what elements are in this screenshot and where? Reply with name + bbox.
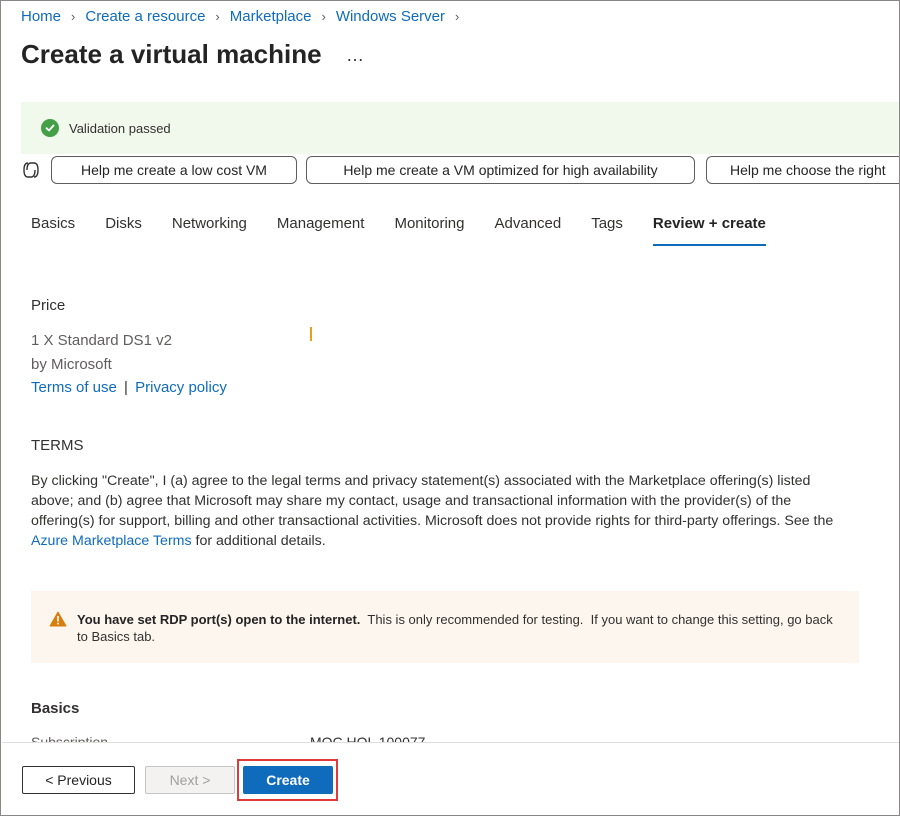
rdp-warning-banner: You have set RDP port(s) open to the int… (31, 591, 859, 663)
warning-icon (49, 611, 67, 627)
tab-advanced[interactable]: Advanced (495, 215, 562, 247)
page-title: Create a virtual machine (21, 39, 322, 69)
tab-tags[interactable]: Tags (591, 215, 623, 247)
tab-review-create[interactable]: Review + create (652, 215, 766, 247)
warning-bold-text: You have set RDP port(s) open to the int… (77, 612, 361, 627)
privacy-policy-link[interactable]: Privacy policy (135, 379, 227, 396)
azure-marketplace-terms-link[interactable]: Azure Marketplace Terms (31, 533, 192, 549)
link-separator: | (124, 379, 128, 396)
create-button[interactable]: Create (243, 766, 333, 794)
terms-text-end: for additional details. (191, 533, 326, 549)
breadcrumb: Home › Create a resource › Marketplace ›… (21, 8, 469, 25)
chevron-right-icon: › (455, 9, 460, 24)
price-product: 1 X Standard DS1 v2 (31, 332, 172, 349)
previous-button[interactable]: < Previous (22, 766, 135, 794)
terms-body: By clicking "Create", I (a) agree to the… (31, 471, 851, 551)
summary-basics-heading: Basics (31, 700, 80, 717)
tab-bar: Basics Disks Networking Management Monit… (31, 215, 796, 247)
chevron-right-icon: › (71, 9, 76, 24)
price-heading: Price (31, 297, 66, 314)
footer-actions: < Previous Next > Create (2, 742, 899, 815)
tab-basics[interactable]: Basics (31, 215, 75, 247)
create-vm-page: Home › Create a resource › Marketplace ›… (0, 0, 900, 816)
suggestion-high-availability-vm[interactable]: Help me create a VM optimized for high a… (306, 156, 695, 184)
tab-management[interactable]: Management (277, 215, 365, 247)
text-cursor (310, 327, 312, 341)
more-options-icon[interactable]: … (346, 45, 365, 66)
validation-text: Validation passed (69, 120, 171, 136)
terms-heading: TERMS (31, 437, 84, 454)
breadcrumb-home[interactable]: Home (21, 8, 61, 25)
suggestion-low-cost-vm[interactable]: Help me create a low cost VM (51, 156, 297, 184)
checkmark-circle-icon (41, 119, 59, 137)
chevron-right-icon: › (215, 9, 220, 24)
tab-networking[interactable]: Networking (172, 215, 247, 247)
validation-banner: Validation passed (21, 102, 899, 154)
breadcrumb-create-resource[interactable]: Create a resource (85, 8, 205, 25)
price-publisher: by Microsoft (31, 356, 112, 373)
breadcrumb-marketplace[interactable]: Marketplace (230, 8, 312, 25)
breadcrumb-windows-server[interactable]: Windows Server (336, 8, 445, 25)
next-button[interactable]: Next > (145, 766, 235, 794)
suggestion-choose-right[interactable]: Help me choose the right (706, 156, 899, 184)
chevron-right-icon: › (321, 9, 326, 24)
copilot-icon (23, 162, 39, 178)
terms-text: By clicking "Create", I (a) agree to the… (31, 473, 834, 529)
tab-disks[interactable]: Disks (105, 215, 142, 247)
price-links: Terms of use | Privacy policy (31, 379, 227, 396)
terms-of-use-link[interactable]: Terms of use (31, 379, 117, 396)
tab-monitoring[interactable]: Monitoring (394, 215, 464, 247)
